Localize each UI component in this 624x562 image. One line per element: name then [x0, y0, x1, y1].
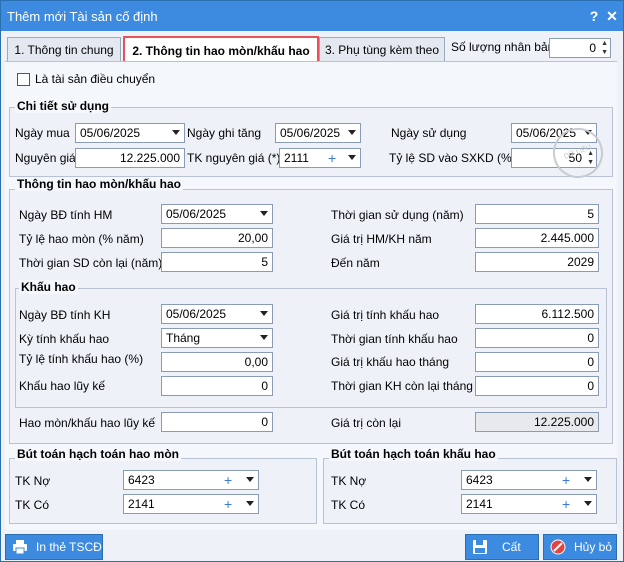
window-title: Thêm mới Tài sản cố định — [7, 9, 158, 24]
hm-rate-label: Tỷ lệ hao mòn (% năm) — [19, 232, 144, 246]
chevron-down-icon[interactable] — [260, 335, 268, 340]
chevron-down-icon[interactable] — [260, 211, 268, 216]
save-button[interactable]: Cất — [465, 534, 539, 560]
total-accum-label: Hao mòn/khấu hao lũy kế — [19, 416, 156, 430]
kh-period-select[interactable]: Tháng — [161, 328, 273, 348]
purchase-date-label: Ngày mua — [15, 126, 70, 140]
remaining-years-input[interactable]: 5 — [161, 252, 273, 272]
title-bar[interactable]: Thêm mới Tài sản cố định ? ✕ — [1, 1, 623, 31]
close-icon[interactable]: ✕ — [603, 7, 621, 25]
remaining-years-label: Thời gian SD còn lại (năm) — [19, 256, 163, 270]
printer-icon — [13, 540, 27, 555]
hm-debit-input[interactable]: 6423 + — [123, 470, 259, 490]
total-accum-input[interactable]: 0 — [161, 412, 273, 432]
khau-hao-title: Khấu hao — [19, 280, 78, 294]
hm-start-input[interactable]: 05/06/2025 — [161, 204, 273, 224]
residual-value-input: 12.225.000 — [475, 412, 599, 432]
chevron-down-icon[interactable] — [246, 477, 254, 482]
duplicate-count-input[interactable]: 0 ▲ ▼ — [549, 38, 611, 58]
kh-credit-label: TK Có — [331, 498, 366, 512]
kh-time-label: Thời gian tính khấu hao — [331, 332, 458, 346]
increase-date-label: Ngày ghi tăng — [187, 126, 262, 140]
hm-entry-title: Bút toán hạch toán hao mòn — [15, 447, 181, 461]
kh-entry-group — [323, 458, 617, 524]
add-icon[interactable]: + — [562, 495, 570, 513]
tab-accessories[interactable]: 3. Phụ tùng kèm theo — [319, 37, 445, 63]
kh-entry-title: Bút toán hạch toán khấu hao — [329, 447, 498, 461]
cost-label: Nguyên giá — [15, 151, 76, 165]
help-icon[interactable]: ? — [585, 7, 603, 25]
cancel-button[interactable]: Hủy bỏ — [543, 534, 617, 560]
kh-base-label: Giá trị tính khấu hao — [331, 308, 440, 322]
chevron-down-icon[interactable] — [172, 130, 180, 135]
kh-debit-label: TK Nợ — [331, 474, 367, 488]
kh-remaining-input[interactable]: 0 — [475, 376, 599, 396]
hm-rate-input[interactable]: 20,00 — [161, 228, 273, 248]
hm-credit-label: TK Có — [15, 498, 50, 512]
kh-accum-input[interactable]: 0 — [161, 376, 273, 396]
kh-start-input[interactable]: 05/06/2025 — [161, 304, 273, 324]
hm-credit-input[interactable]: 2141 + — [123, 494, 259, 514]
print-card-button[interactable]: In thẻ TSCĐ — [5, 534, 103, 560]
tab-general[interactable]: 1. Thông tin chung — [7, 37, 121, 63]
kh-remaining-label: Thời gian KH còn lại tháng — [331, 379, 473, 393]
chevron-down-icon[interactable] — [348, 130, 356, 135]
chevron-down-icon[interactable] — [246, 501, 254, 506]
use-years-label: Thời gian sử dụng (năm) — [331, 208, 464, 222]
chevron-down-icon[interactable] — [584, 477, 592, 482]
usage-rate-label: Tỷ lệ SD vào SXKD (%) — [389, 151, 516, 165]
transfer-label: Là tài sản điều chuyển — [35, 72, 156, 86]
chevron-down-icon[interactable] — [260, 311, 268, 316]
cancel-icon — [550, 539, 566, 555]
transfer-checkbox[interactable] — [17, 73, 30, 86]
usage-detail-title: Chi tiết sử dụng — [15, 99, 112, 113]
dialog-window: Thêm mới Tài sản cố định ? ✕ 1. Thông ti… — [0, 0, 624, 562]
end-year-input[interactable]: 2029 — [475, 252, 599, 272]
kh-accum-label: Khấu hao lũy kế — [19, 379, 106, 393]
tab-panel: Là tài sản điều chuyển Chi tiết sử dụng … — [5, 61, 617, 530]
kh-time-input[interactable]: 0 — [475, 328, 599, 348]
hm-start-label: Ngày BĐ tính HM — [19, 208, 113, 222]
kh-monthly-input[interactable]: 0 — [475, 352, 599, 372]
kh-period-label: Kỳ tính khấu hao — [19, 332, 110, 346]
kh-debit-input[interactable]: 6423 + — [461, 470, 597, 490]
increase-date-input[interactable]: 05/06/2025 — [275, 123, 361, 143]
kh-monthly-label: Giá trị khấu hao tháng — [331, 355, 450, 369]
spinner-icon[interactable]: ▲ ▼ — [601, 39, 608, 57]
add-icon[interactable]: + — [224, 471, 232, 489]
cost-account-label: TK nguyên giá (*) — [187, 151, 281, 165]
residual-value-label: Giá trị còn lại — [331, 416, 402, 430]
duplicate-count-label: Số lượng nhân bản — [451, 40, 555, 54]
kh-credit-input[interactable]: 2141 + — [461, 494, 597, 514]
use-years-input[interactable]: 5 — [475, 204, 599, 224]
add-icon[interactable]: + — [328, 149, 336, 167]
use-date-label: Ngày sử dụng — [391, 126, 467, 140]
hm-debit-label: TK Nợ — [15, 474, 51, 488]
floppy-icon — [473, 540, 487, 554]
kh-rate-input[interactable]: 0,00 — [161, 352, 273, 372]
kh-start-label: Ngày BĐ tính KH — [19, 308, 111, 322]
hm-entry-group — [9, 458, 317, 524]
kh-base-input[interactable]: 6.112.500 — [475, 304, 599, 324]
end-year-label: Đến năm — [331, 256, 380, 270]
add-icon[interactable]: + — [562, 471, 570, 489]
annual-hm-label: Giá trị HM/KH năm — [331, 232, 432, 246]
kh-rate-label: Tỷ lệ tính khấu hao (%) — [19, 352, 144, 366]
chevron-down-icon[interactable] — [584, 501, 592, 506]
depreciation-title: Thông tin hao mòn/khấu hao — [15, 177, 183, 191]
cost-account-input[interactable]: 2111 + — [279, 148, 361, 168]
add-icon[interactable]: + — [224, 495, 232, 513]
chevron-down-icon[interactable] — [348, 155, 356, 160]
cost-input[interactable]: 12.225.000 — [75, 148, 185, 168]
annual-hm-input[interactable]: 2.445.000 — [475, 228, 599, 248]
purchase-date-input[interactable]: 05/06/2025 — [75, 123, 185, 143]
